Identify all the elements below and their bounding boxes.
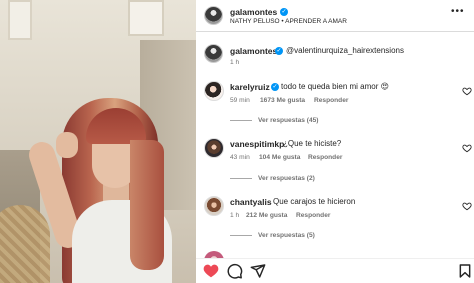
post-details-panel: galamontes ✓ NATHY PELUSO • APRENDER A A… bbox=[196, 0, 474, 283]
heart-filled-icon[interactable] bbox=[203, 263, 219, 279]
comment-likes[interactable]: 212 Me gusta bbox=[246, 212, 287, 219]
more-horizontal-icon[interactable]: ••• bbox=[451, 6, 465, 17]
comment-username[interactable]: karelyruiz bbox=[230, 82, 270, 92]
background-window bbox=[8, 0, 32, 40]
comment-username[interactable]: chantyalis bbox=[230, 197, 272, 207]
divider-line bbox=[230, 119, 252, 121]
share-icon[interactable] bbox=[250, 263, 266, 279]
commenter-avatar[interactable] bbox=[204, 138, 224, 158]
view-replies-label: Ver respuestas (45) bbox=[258, 117, 319, 124]
comment-icon[interactable] bbox=[227, 263, 243, 279]
comment-text: ¿Que te hiciste? bbox=[283, 139, 342, 148]
divider-line bbox=[230, 177, 252, 179]
comment-likes[interactable]: 1673 Me gusta bbox=[260, 97, 305, 104]
author-username[interactable]: galamontes bbox=[230, 7, 277, 17]
post-header: galamontes ✓ NATHY PELUSO • APRENDER A A… bbox=[196, 0, 474, 32]
commenter-avatar[interactable] bbox=[204, 196, 224, 216]
comment-time: 1 h bbox=[230, 212, 240, 219]
view-replies-button[interactable]: Ver respuestas (5) bbox=[230, 232, 315, 239]
post-media[interactable] bbox=[0, 0, 196, 283]
commenter-avatar[interactable] bbox=[204, 81, 224, 101]
comment-like-heart-icon[interactable] bbox=[462, 201, 472, 211]
reply-button[interactable]: Responder bbox=[296, 212, 330, 219]
view-replies-label: Ver respuestas (5) bbox=[258, 232, 315, 239]
reply-button[interactable]: Responder bbox=[308, 154, 342, 161]
view-replies-label: Ver respuestas (2) bbox=[258, 175, 315, 182]
divider-line bbox=[230, 234, 252, 236]
comment-text: Que carajos te hicieron bbox=[273, 197, 356, 206]
verified-badge-icon: ✓ bbox=[271, 83, 279, 91]
person-hand bbox=[56, 132, 78, 158]
view-replies-button[interactable]: Ver respuestas (45) bbox=[230, 117, 318, 124]
author-avatar[interactable] bbox=[204, 6, 223, 25]
view-replies-button[interactable]: Ver respuestas (2) bbox=[230, 175, 315, 182]
comment-text: todo te queda bien mi amor 😍 bbox=[281, 82, 389, 91]
caption-username[interactable]: galamontes bbox=[230, 46, 277, 56]
comment-likes[interactable]: 104 Me gusta bbox=[259, 154, 300, 161]
caption-avatar[interactable] bbox=[204, 44, 223, 63]
verified-badge-icon: ✓ bbox=[275, 47, 283, 55]
background-window bbox=[128, 0, 164, 36]
post-actions-bar bbox=[196, 258, 474, 283]
person-hair-strand bbox=[130, 140, 164, 270]
caption-text[interactable]: @valentinurquiza_hairextensions bbox=[286, 46, 404, 55]
caption-time: 1 h bbox=[230, 59, 240, 66]
wicker-chair bbox=[0, 205, 50, 283]
verified-badge-icon: ✓ bbox=[280, 8, 288, 16]
comment-like-heart-icon[interactable] bbox=[462, 143, 472, 153]
comment-like-heart-icon[interactable] bbox=[462, 86, 472, 96]
comment-time: 43 min bbox=[230, 154, 250, 161]
comment-username[interactable]: vanespitimkp bbox=[230, 139, 284, 149]
comment-time: 59 min bbox=[230, 97, 250, 104]
reply-button[interactable]: Responder bbox=[314, 97, 348, 104]
bookmark-icon[interactable] bbox=[457, 263, 473, 279]
audio-label[interactable]: NATHY PELUSO • APRENDER A AMAR bbox=[230, 18, 347, 25]
